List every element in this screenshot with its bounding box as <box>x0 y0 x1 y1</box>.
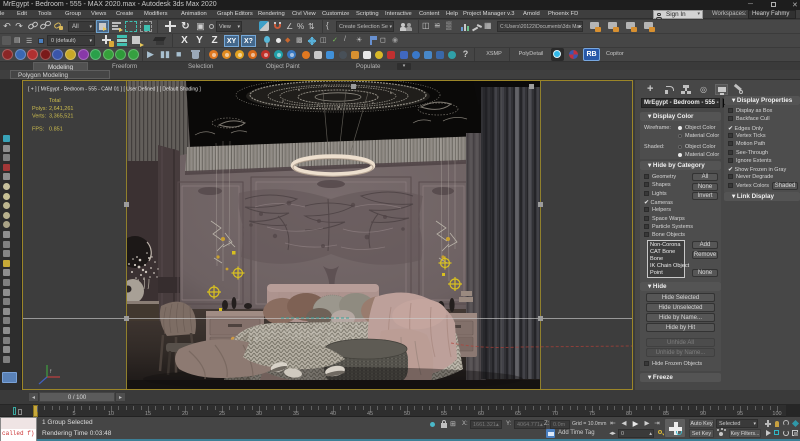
svg-text:3,365,521: 3,365,521 <box>49 114 73 120</box>
svg-text:[ + ] [ MrEgypt - Bedroom - 55: [ + ] [ MrEgypt - Bedroom - 555 - CAM 01… <box>28 87 201 93</box>
svg-text:Verts:: Verts: <box>32 114 47 120</box>
svg-text:0.851: 0.851 <box>49 127 63 133</box>
svg-text:FPS:: FPS: <box>32 127 45 133</box>
svg-text:f: f <box>50 369 52 375</box>
svg-text:Polys:: Polys: <box>32 106 47 112</box>
svg-text:2,641,261: 2,641,261 <box>49 106 73 112</box>
svg-text:Total: Total <box>49 98 61 104</box>
